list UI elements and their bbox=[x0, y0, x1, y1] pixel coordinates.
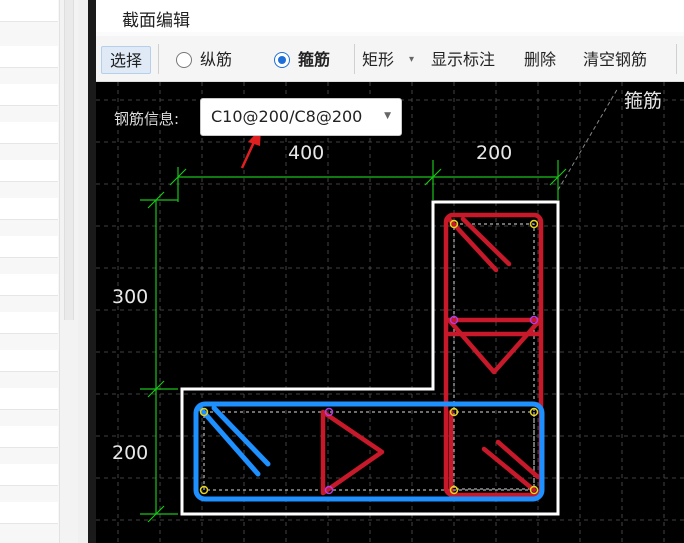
list-row[interactable] bbox=[0, 464, 58, 486]
radio-checked-icon bbox=[274, 52, 290, 68]
stirrup-hook bbox=[495, 439, 541, 480]
list-row[interactable] bbox=[0, 274, 58, 296]
list-row[interactable] bbox=[0, 388, 58, 410]
stirrup-hook bbox=[197, 405, 261, 477]
background-grid bbox=[96, 82, 684, 543]
red-stirrup-tie[interactable] bbox=[320, 409, 385, 496]
dimension-label-left-top: 300 bbox=[112, 286, 149, 308]
list-row[interactable] bbox=[0, 46, 58, 68]
dialog-title-bar[interactable]: 截面编辑 bbox=[96, 0, 684, 32]
background-scrollbar[interactable] bbox=[64, 0, 74, 320]
radio-unchecked-icon bbox=[176, 52, 192, 68]
toolbar-separator bbox=[676, 44, 677, 74]
toolbar: 选择 纵筋 箍筋 矩形 ▾ 显示标注 删除 清空钢筋 bbox=[96, 36, 684, 82]
shape-dropdown[interactable]: 矩形 ▾ bbox=[358, 46, 416, 74]
screen: 截面编辑 选择 纵筋 箍筋 矩形 ▾ 显示标注 删除 清空钢筋 箍筋 钢筋信息:… bbox=[0, 0, 684, 543]
list-row[interactable] bbox=[0, 122, 58, 144]
stirrup-corner-label: 箍筋 bbox=[624, 90, 663, 112]
shape-dropdown-value: 矩形 bbox=[362, 50, 395, 69]
section-edit-dialog: 截面编辑 选择 纵筋 箍筋 矩形 ▾ 显示标注 删除 清空钢筋 箍筋 钢筋信息:… bbox=[96, 0, 684, 543]
rebar-info-label: 钢筋信息: bbox=[114, 110, 180, 128]
rebar-info-dropdown[interactable]: C10@200/C8@200 ▼ bbox=[200, 98, 402, 136]
section-canvas[interactable]: 箍筋 钢筋信息: C10@200/C8@200 ▼ 400 200 300 20… bbox=[96, 82, 684, 543]
dimension-label-left-bottom: 200 bbox=[112, 442, 149, 464]
dimension-label-top-left: 400 bbox=[288, 142, 325, 164]
list-row[interactable] bbox=[0, 502, 58, 524]
list-row[interactable] bbox=[0, 0, 58, 22]
chevron-down-icon: ▼ bbox=[384, 111, 391, 121]
longitudinal-rebar-label: 纵筋 bbox=[200, 50, 233, 69]
list-row[interactable] bbox=[0, 198, 58, 220]
section-drawing[interactable] bbox=[96, 82, 684, 543]
list-row[interactable] bbox=[0, 350, 58, 372]
longitudinal-rebar-radio[interactable]: 纵筋 bbox=[176, 46, 246, 74]
dimension-label-top-right: 200 bbox=[476, 142, 513, 164]
panel-divider[interactable] bbox=[78, 0, 88, 543]
background-list-panel bbox=[0, 0, 60, 543]
toolbar-separator bbox=[158, 44, 159, 74]
cover-line-vertical bbox=[453, 223, 535, 490]
background-strip bbox=[88, 0, 96, 543]
stirrup-label: 箍筋 bbox=[298, 50, 331, 69]
red-stirrup-vertical[interactable] bbox=[443, 212, 544, 498]
list-row[interactable] bbox=[0, 236, 58, 258]
rebar-info-value: C10@200/C8@200 bbox=[211, 107, 363, 126]
chevron-down-icon: ▾ bbox=[408, 54, 414, 65]
show-annotation-button[interactable]: 显示标注 bbox=[431, 46, 495, 74]
delete-button[interactable]: 删除 bbox=[524, 46, 556, 74]
clear-rebar-button[interactable]: 清空钢筋 bbox=[583, 46, 647, 74]
list-row[interactable] bbox=[0, 84, 58, 106]
dialog-title: 截面编辑 bbox=[122, 11, 190, 31]
corner-label-leader bbox=[557, 87, 619, 191]
list-row[interactable] bbox=[0, 312, 58, 334]
list-row[interactable] bbox=[0, 426, 58, 448]
toolbar-separator bbox=[354, 44, 355, 74]
stirrup-radio[interactable]: 箍筋 bbox=[274, 46, 344, 74]
list-row[interactable] bbox=[0, 160, 58, 182]
select-button[interactable]: 选择 bbox=[101, 46, 151, 74]
red-stirrup-tie[interactable] bbox=[446, 317, 543, 375]
